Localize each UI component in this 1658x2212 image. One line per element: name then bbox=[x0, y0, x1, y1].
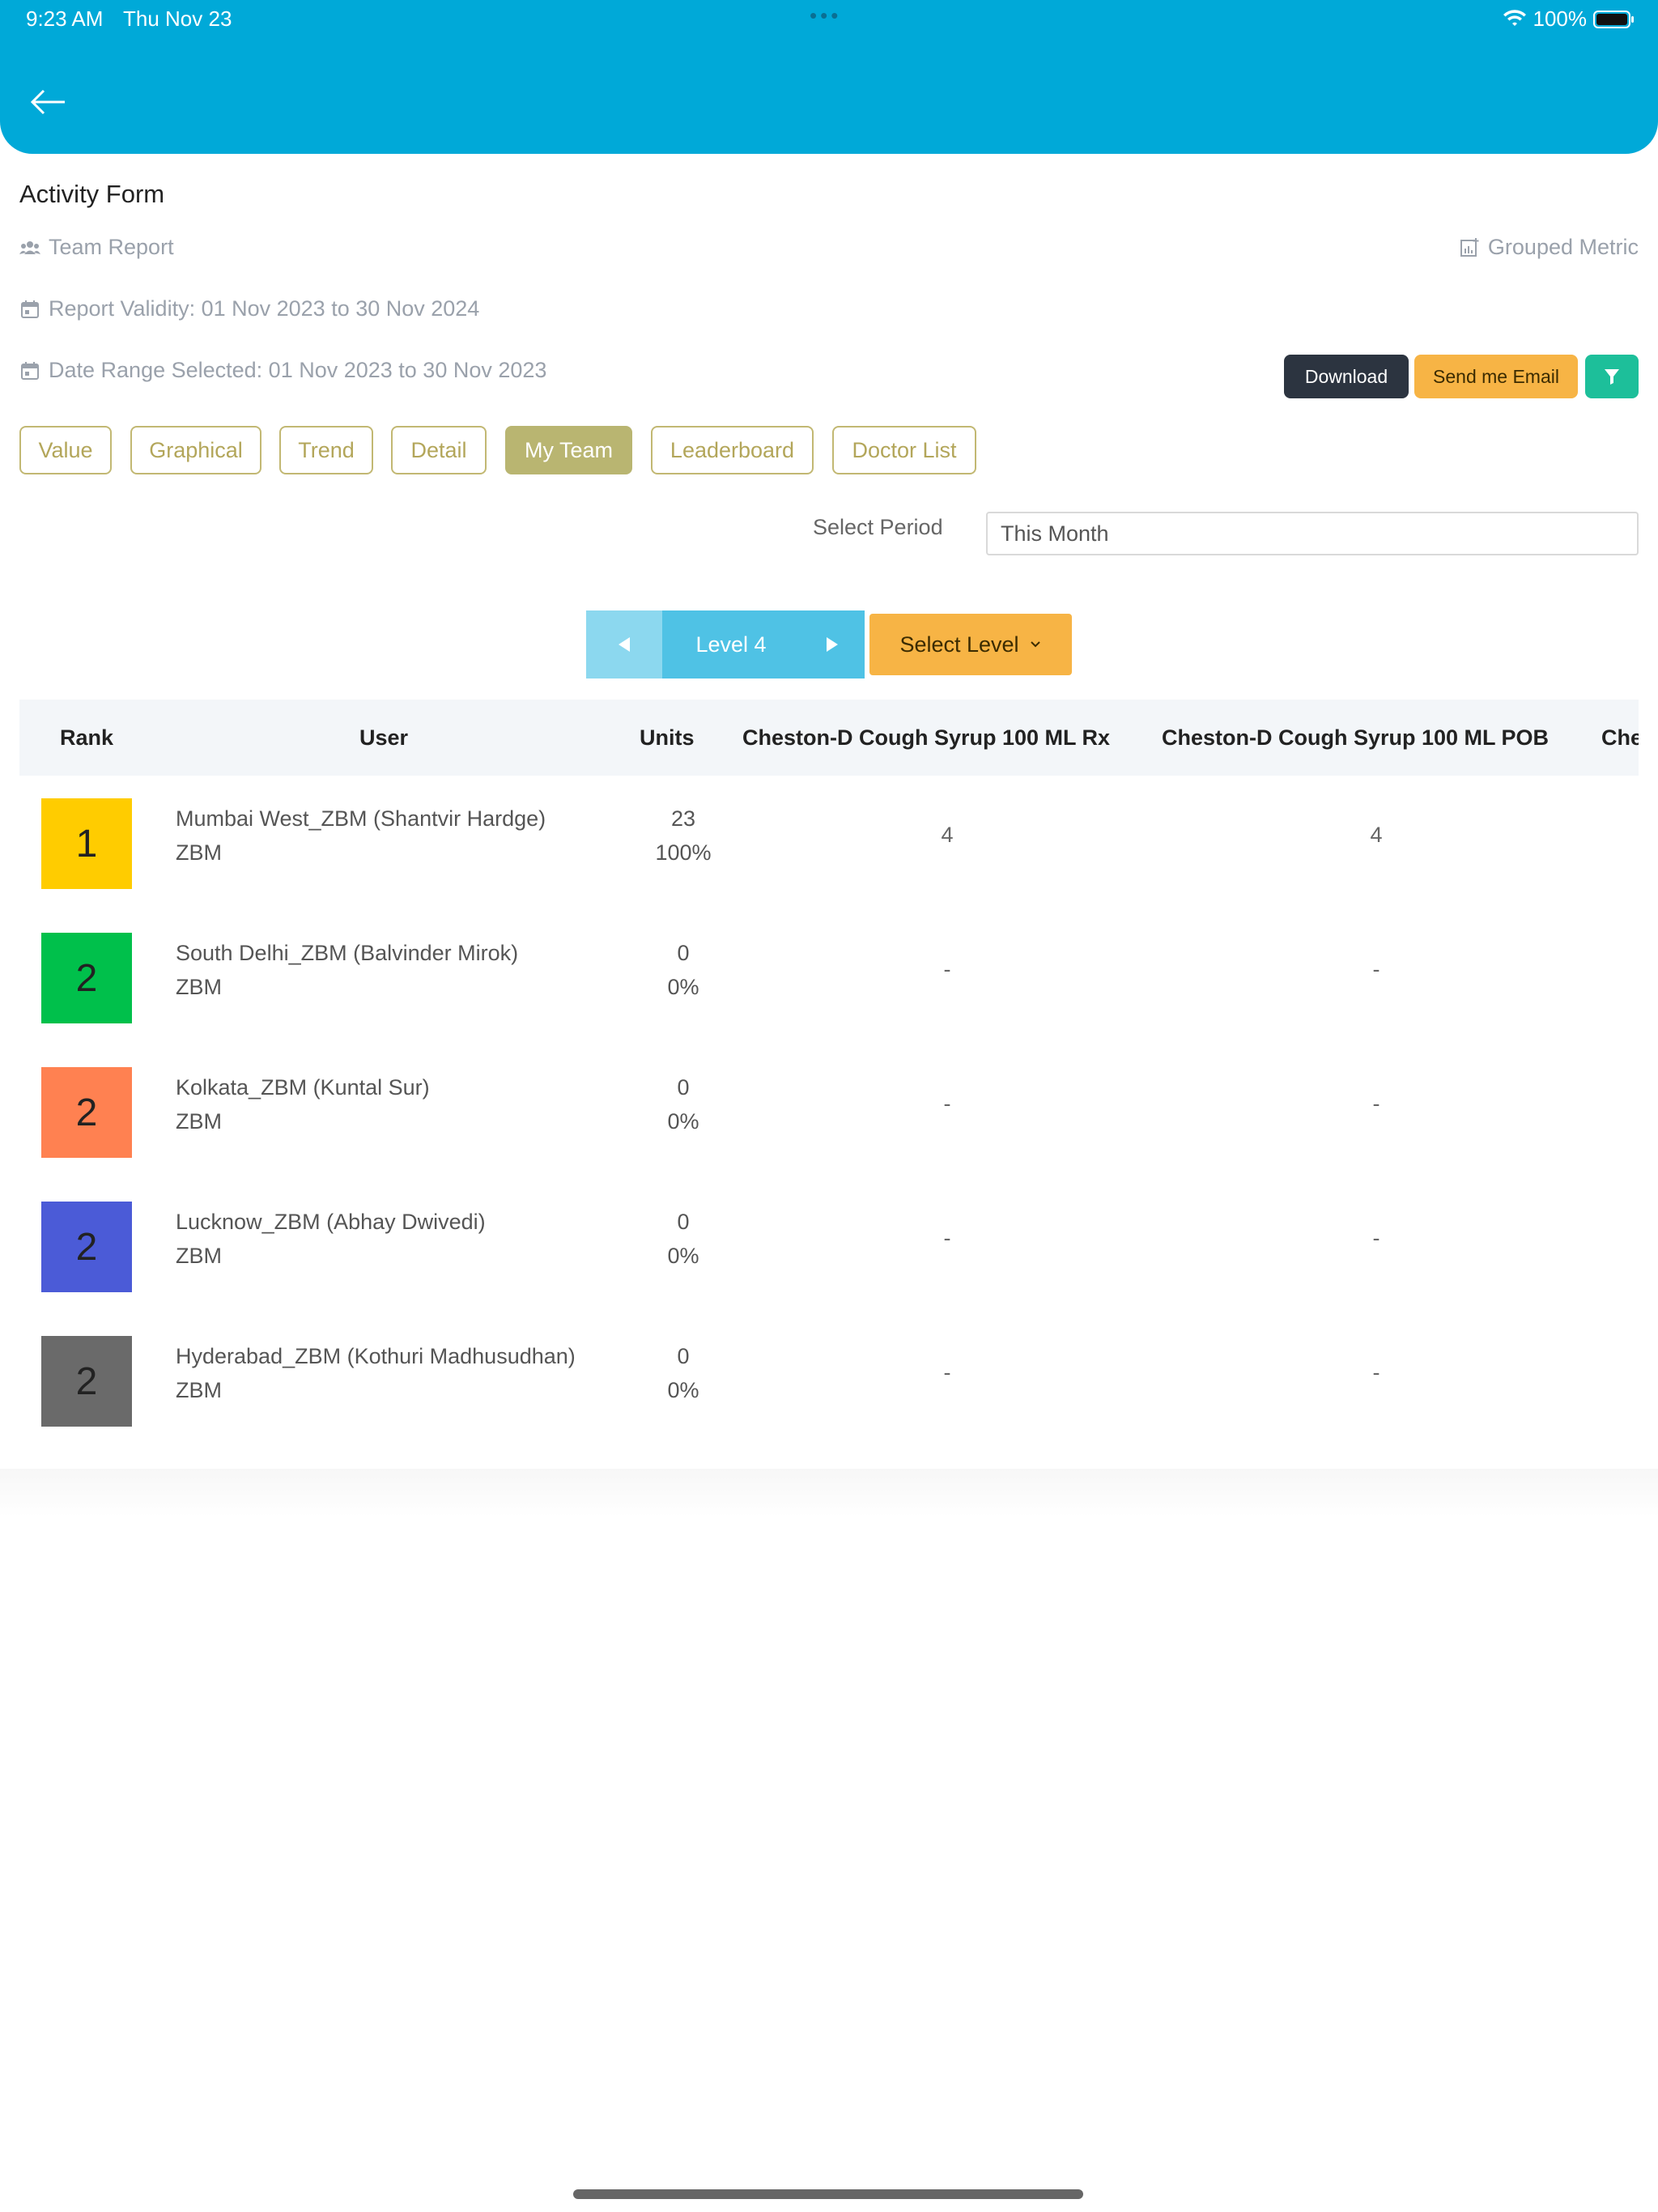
tab-trend[interactable]: Trend bbox=[279, 426, 373, 474]
tab-graphical[interactable]: Graphical bbox=[130, 426, 261, 474]
table-row[interactable]: 2 South Delhi_ZBM (Balvinder Mirok) ZBM … bbox=[19, 910, 1639, 1044]
rank-badge: 2 bbox=[41, 1067, 132, 1158]
status-time: 9:23 AM bbox=[26, 6, 104, 31]
table-row[interactable]: 2 Kolkata_ZBM (Kuntal Sur) ZBM 0 0% - - bbox=[19, 1044, 1639, 1179]
column-header-rank: Rank bbox=[60, 725, 114, 750]
rx-value: - bbox=[943, 1360, 951, 1385]
user-name: Hyderabad_ZBM (Kothuri Madhusudhan) bbox=[176, 1344, 576, 1368]
table-row[interactable]: 2 Lucknow_ZBM (Abhay Dwivedi) ZBM 0 0% -… bbox=[19, 1179, 1639, 1313]
user-name: South Delhi_ZBM (Balvinder Mirok) bbox=[176, 941, 519, 965]
user-name: Kolkata_ZBM (Kuntal Sur) bbox=[176, 1075, 430, 1100]
caret-left-icon bbox=[619, 637, 630, 652]
level-prev-button[interactable] bbox=[586, 610, 662, 678]
user-role: ZBM bbox=[176, 1244, 222, 1268]
report-validity: Report Validity: 01 Nov 2023 to 30 Nov 2… bbox=[19, 296, 479, 321]
rank-badge: 2 bbox=[41, 933, 132, 1023]
multitasking-dots[interactable]: ••• bbox=[810, 3, 841, 28]
tab-doctor-list[interactable]: Doctor List bbox=[832, 426, 976, 474]
send-email-button[interactable]: Send me Email bbox=[1414, 355, 1578, 398]
tab-leaderboard[interactable]: Leaderboard bbox=[651, 426, 814, 474]
tab-value[interactable]: Value bbox=[19, 426, 112, 474]
pob-value: 4 bbox=[1370, 823, 1383, 847]
user-name: Mumbai West_ZBM (Shantvir Hardge) bbox=[176, 806, 546, 831]
user-role: ZBM bbox=[176, 1109, 222, 1134]
date-range: Date Range Selected: 01 Nov 2023 to 30 N… bbox=[19, 358, 546, 383]
chart-add-icon bbox=[1460, 237, 1479, 257]
tab-my-team[interactable]: My Team bbox=[505, 426, 632, 474]
user-role: ZBM bbox=[176, 840, 222, 865]
team-report-label: Team Report bbox=[49, 235, 174, 259]
pob-value: - bbox=[1372, 1091, 1380, 1116]
calendar-icon bbox=[21, 300, 39, 318]
select-level-dropdown[interactable]: Select Level bbox=[869, 614, 1072, 675]
table-header: Rank User Units Cheston-D Cough Syrup 10… bbox=[19, 700, 1639, 776]
grouped-metric-label: Grouped Metric bbox=[1487, 235, 1639, 259]
table-row[interactable]: 1 Mumbai West_ZBM (Shantvir Hardge) ZBM … bbox=[19, 776, 1639, 910]
rank-badge: 1 bbox=[41, 798, 132, 889]
calendar-icon bbox=[21, 361, 39, 380]
rank-badge: 2 bbox=[41, 1336, 132, 1427]
column-header-rx: Cheston-D Cough Syrup 100 ML Rx bbox=[742, 725, 1111, 750]
caret-right-icon bbox=[827, 637, 838, 652]
level-next-button[interactable] bbox=[800, 610, 865, 678]
user-role: ZBM bbox=[176, 975, 222, 999]
home-indicator[interactable] bbox=[573, 2189, 1083, 2199]
report-validity-label: Report Validity: 01 Nov 2023 to 30 Nov 2… bbox=[49, 296, 480, 321]
tab-detail[interactable]: Detail bbox=[391, 426, 487, 474]
column-header-units: Units bbox=[640, 725, 695, 750]
chevron-down-icon bbox=[1030, 641, 1040, 648]
column-header-next: Che bbox=[1601, 725, 1639, 750]
table-bottom-shadow bbox=[0, 1469, 1658, 1517]
user-name: Lucknow_ZBM (Abhay Dwivedi) bbox=[176, 1210, 486, 1234]
rx-value: - bbox=[943, 1226, 951, 1250]
status-right: 100% bbox=[1503, 6, 1634, 32]
rx-value: - bbox=[943, 957, 951, 981]
wifi-icon bbox=[1503, 9, 1526, 26]
rank-badge: 2 bbox=[41, 1202, 132, 1292]
column-header-pob: Cheston-D Cough Syrup 100 ML POB bbox=[1162, 725, 1550, 750]
pob-value: - bbox=[1372, 1226, 1380, 1250]
filter-icon bbox=[1605, 369, 1619, 385]
status-date: Thu Nov 23 bbox=[123, 6, 232, 31]
app-header: 9:23 AM Thu Nov 23 ••• 100% bbox=[0, 0, 1658, 154]
select-level-label: Select Level bbox=[899, 632, 1019, 657]
back-arrow-icon[interactable] bbox=[29, 81, 70, 121]
pob-value: - bbox=[1372, 957, 1380, 981]
grouped-metric: Grouped Metric bbox=[1459, 235, 1639, 260]
leaderboard-table: Rank User Units Cheston-D Cough Syrup 10… bbox=[19, 700, 1639, 1469]
pob-value: - bbox=[1372, 1360, 1380, 1385]
battery-percent: 100% bbox=[1533, 6, 1588, 31]
filter-button[interactable] bbox=[1585, 355, 1639, 398]
team-icon bbox=[19, 240, 40, 254]
select-period-label: Select Period bbox=[813, 515, 943, 539]
date-range-label: Date Range Selected: 01 Nov 2023 to 30 N… bbox=[49, 358, 547, 382]
rx-value: 4 bbox=[941, 823, 954, 847]
user-role: ZBM bbox=[176, 1378, 222, 1402]
select-period-input[interactable] bbox=[986, 512, 1639, 555]
table-row[interactable]: 2 Hyderabad_ZBM (Kothuri Madhusudhan) ZB… bbox=[19, 1313, 1639, 1448]
current-level: Level 4 bbox=[662, 610, 800, 678]
download-button[interactable]: Download bbox=[1284, 355, 1409, 398]
battery-icon bbox=[1593, 10, 1634, 28]
column-header-user: User bbox=[359, 725, 409, 750]
page-title: Activity Form bbox=[19, 180, 165, 208]
team-report: Team Report bbox=[19, 235, 174, 260]
rx-value: - bbox=[943, 1091, 951, 1116]
